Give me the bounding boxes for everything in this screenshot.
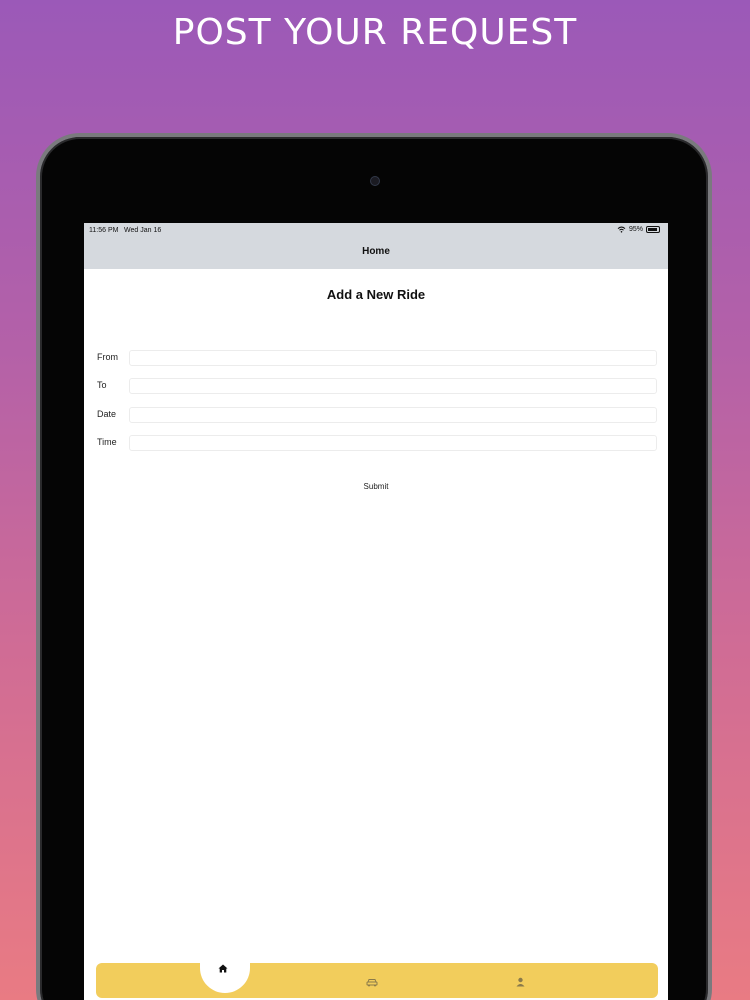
from-input[interactable] [129, 350, 657, 366]
battery-icon [646, 226, 660, 233]
profile-icon[interactable] [514, 976, 526, 988]
status-time: 11:56 PM [89, 227, 119, 234]
nav-title: Home [362, 246, 390, 257]
date-label: Date [97, 409, 117, 419]
car-icon[interactable] [365, 977, 379, 987]
promo-headline: POST YOUR REQUEST [172, 12, 578, 53]
to-label: To [97, 380, 107, 390]
from-label: From [97, 352, 118, 362]
date-input[interactable] [129, 407, 657, 423]
battery-percent: 95% [628, 226, 643, 233]
camera-icon [370, 176, 380, 186]
to-input[interactable] [129, 378, 657, 394]
status-indicators: 95% [617, 226, 660, 233]
date-field-row: Date [97, 407, 657, 423]
from-field-row: From [97, 350, 657, 366]
time-label: Time [97, 437, 117, 447]
status-date: Wed Jan 16 [124, 227, 162, 234]
to-field-row: To [97, 378, 657, 394]
form-title: Add a New Ride [326, 287, 426, 302]
tablet-frame: 11:56 PM Wed Jan 16 95% Home Add a New R… [36, 133, 712, 1000]
wifi-icon [617, 226, 626, 233]
home-icon[interactable] [214, 961, 232, 975]
time-input[interactable] [129, 435, 657, 451]
submit-button[interactable]: Submit [346, 479, 406, 493]
navigation-bar: Home [84, 239, 668, 269]
status-bar: 11:56 PM Wed Jan 16 95% [84, 223, 668, 239]
time-field-row: Time [97, 435, 657, 451]
app-screen: 11:56 PM Wed Jan 16 95% Home Add a New R… [84, 223, 668, 1000]
